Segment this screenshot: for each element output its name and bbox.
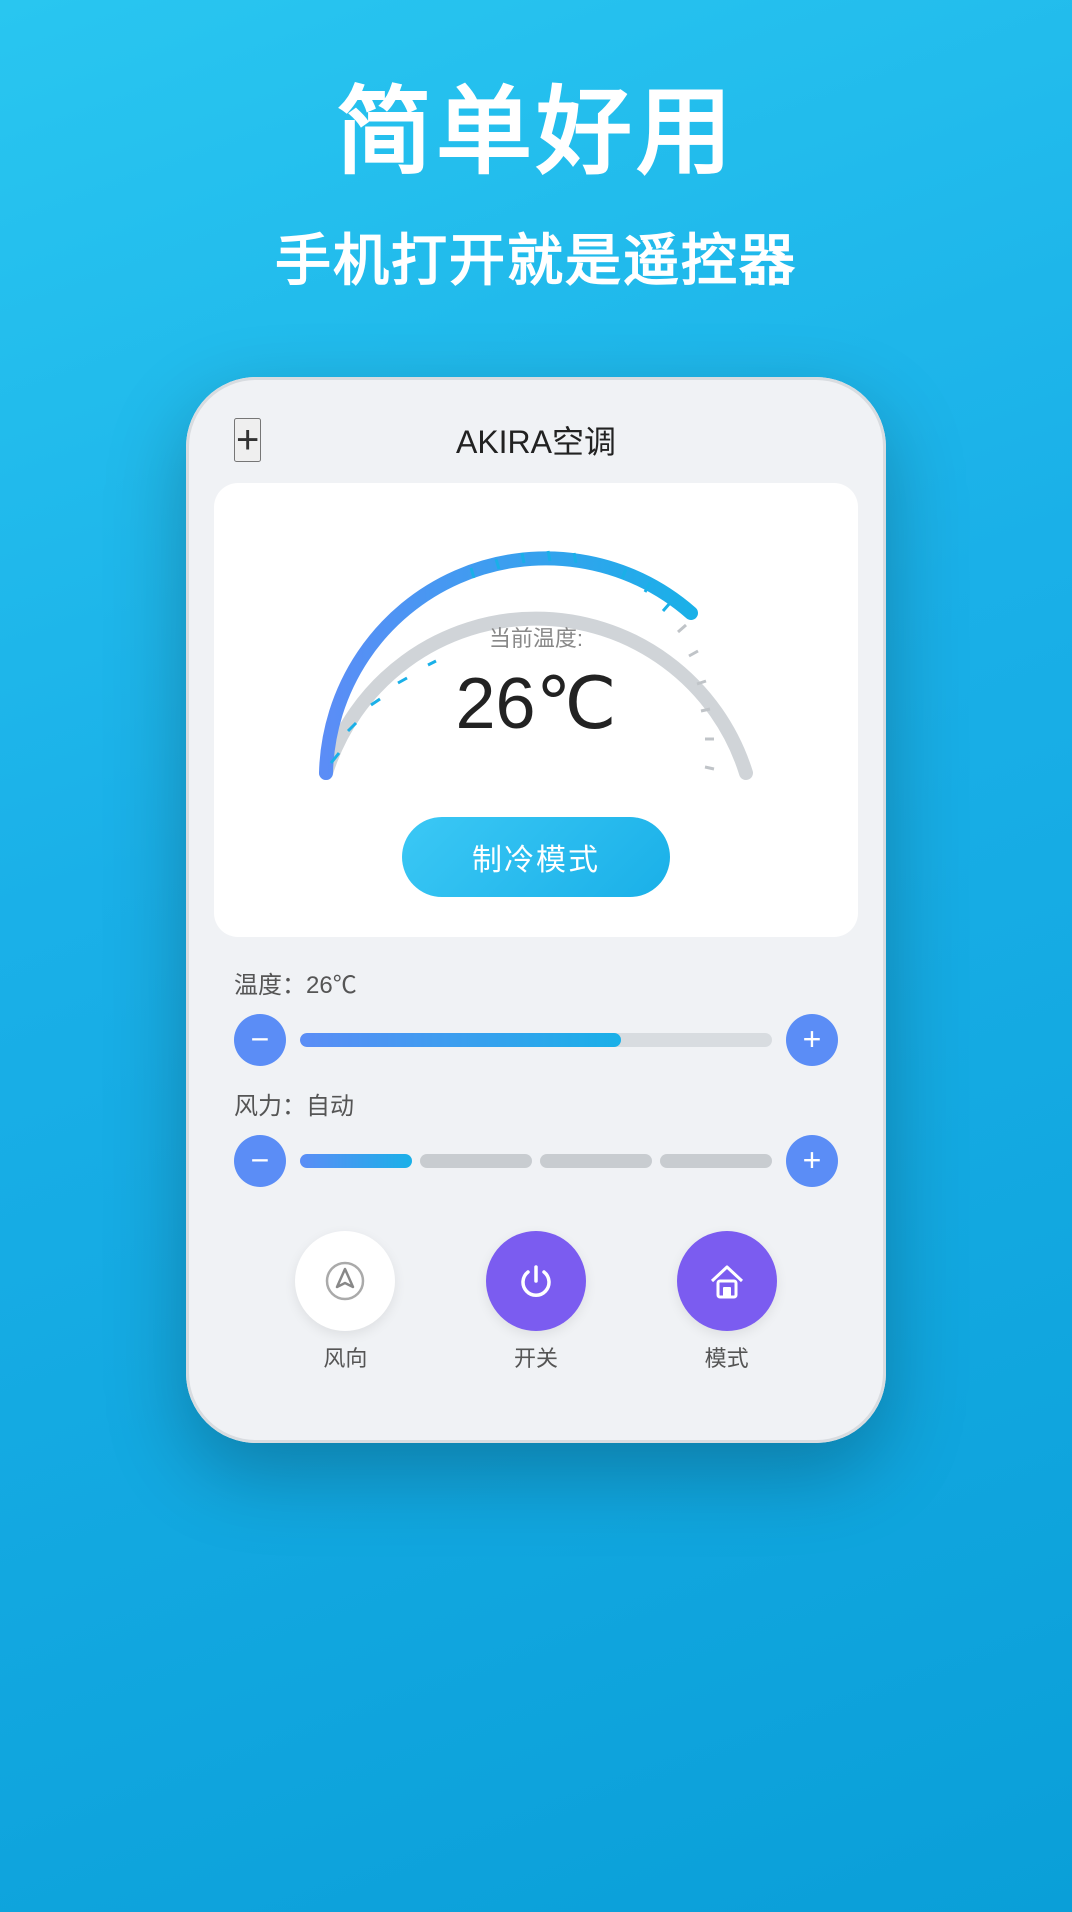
wind-decrease-button[interactable]: − — [234, 1135, 286, 1187]
power-label: 开关 — [514, 1341, 558, 1373]
dial-container: 当前温度: 26℃ — [244, 513, 828, 793]
wind-segment-3 — [540, 1154, 652, 1168]
wind-segment-4 — [660, 1154, 772, 1168]
headline: 简单好用 — [0, 80, 1072, 186]
power-circle[interactable] — [486, 1231, 586, 1331]
power-btn: 开关 — [486, 1231, 586, 1373]
home-icon — [705, 1259, 749, 1303]
subheadline: 手机打开就是遥控器 — [0, 216, 1072, 297]
temperature-label: 当前温度: — [456, 621, 617, 653]
phone-wrapper: + AKIRA空调 — [0, 377, 1072, 1443]
temperature-increase-button[interactable]: + — [786, 1014, 838, 1066]
mode-button[interactable]: 制冷模式 — [402, 817, 670, 897]
bottom-buttons: 风向 开关 — [234, 1207, 838, 1383]
temperature-display: 当前温度: 26℃ — [456, 621, 617, 745]
wind-direction-label: 风向 — [323, 1341, 367, 1373]
temperature-value: 26℃ — [456, 661, 617, 745]
mode-control-btn: 模式 — [677, 1231, 777, 1373]
wind-increase-button[interactable]: + — [786, 1135, 838, 1187]
temperature-slider-row: − + — [234, 1014, 838, 1066]
add-button[interactable]: + — [234, 418, 261, 462]
wind-control-label: 风力：自动 — [234, 1086, 838, 1121]
wind-control-row: 风力：自动 − + — [234, 1086, 838, 1187]
mode-label: 模式 — [705, 1341, 749, 1373]
wind-slider-row: − + — [234, 1135, 838, 1187]
wind-direction-circle[interactable] — [295, 1231, 395, 1331]
temperature-control-row: 温度：26℃ − + — [234, 965, 838, 1066]
temperature-card: 当前温度: 26℃ 制冷模式 — [214, 483, 858, 937]
wind-direction-icon — [323, 1259, 367, 1303]
power-icon — [514, 1259, 558, 1303]
phone-mockup: + AKIRA空调 — [186, 377, 886, 1443]
wind-direction-btn: 风向 — [295, 1231, 395, 1373]
temperature-decrease-button[interactable]: − — [234, 1014, 286, 1066]
temperature-slider-fill — [300, 1033, 621, 1047]
controls-section: 温度：26℃ − + 风力：自动 — [214, 937, 858, 1403]
temperature-control-label: 温度：26℃ — [234, 965, 838, 1000]
phone-header: + AKIRA空调 — [214, 407, 858, 483]
wind-segment-1 — [300, 1154, 412, 1168]
phone-title: AKIRA空调 — [456, 417, 616, 463]
mode-circle[interactable] — [677, 1231, 777, 1331]
wind-segment-2 — [420, 1154, 532, 1168]
temperature-slider-track[interactable] — [300, 1033, 772, 1047]
wind-slider-track[interactable] — [300, 1154, 772, 1168]
top-section: 简单好用 手机打开就是遥控器 — [0, 0, 1072, 337]
